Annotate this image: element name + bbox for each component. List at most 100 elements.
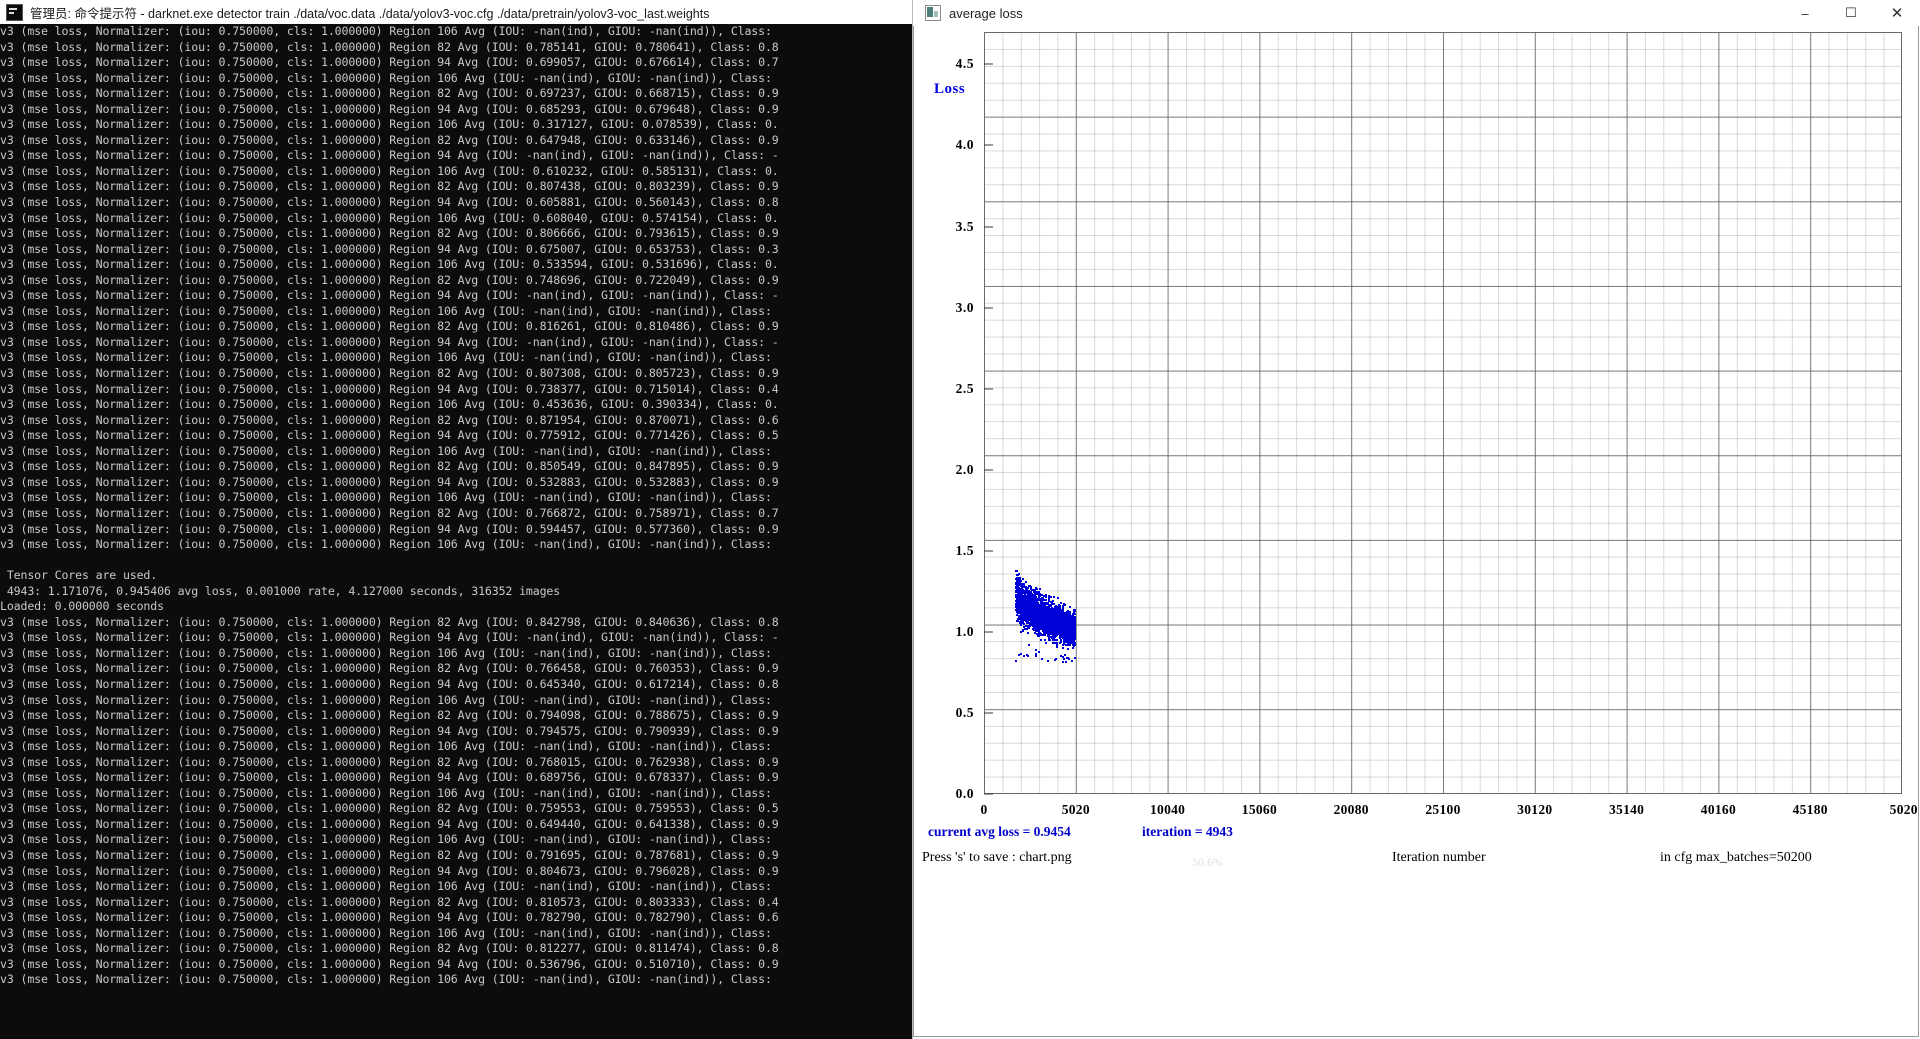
console-line: v3 (mse loss, Normalizer: (iou: 0.750000…: [0, 428, 779, 443]
console-line: v3 (mse loss, Normalizer: (iou: 0.750000…: [0, 630, 779, 645]
console-line: Tensor Cores are used.: [0, 568, 158, 583]
console-line: v3 (mse loss, Normalizer: (iou: 0.750000…: [0, 272, 779, 287]
console-line: v3 (mse loss, Normalizer: (iou: 0.750000…: [0, 754, 779, 769]
maximize-button[interactable]: ☐: [1828, 0, 1874, 26]
console-line: v3 (mse loss, Normalizer: (iou: 0.750000…: [0, 739, 772, 754]
console-line: v3 (mse loss, Normalizer: (iou: 0.750000…: [0, 257, 779, 272]
x-tick-label: 30120: [1517, 802, 1553, 817]
y-tick-mark: [984, 63, 993, 65]
console-line: v3 (mse loss, Normalizer: (iou: 0.750000…: [0, 708, 779, 723]
y-tick-mark: [984, 793, 993, 795]
x-axis-ticks: 0 5020 10040 15060 20080 25100 30120 35140 40160…: [980, 802, 1918, 820]
y-tick-label: 3.0: [955, 299, 974, 315]
y-tick-mark: [984, 712, 993, 714]
terminal-icon: [6, 3, 23, 21]
y-tick-label: 4.0: [955, 137, 974, 153]
console-line: v3 (mse loss, Normalizer: (iou: 0.750000…: [0, 226, 779, 241]
console-line: v3 (mse loss, Normalizer: (iou: 0.750000…: [0, 645, 772, 660]
y-tick-label: 0.5: [955, 704, 974, 720]
console-line: v3 (mse loss, Normalizer: (iou: 0.750000…: [0, 925, 772, 940]
y-tick-label: 1.0: [955, 623, 974, 639]
y-tick-mark: [984, 307, 993, 309]
x-tick-label: 15060: [1241, 802, 1278, 817]
console-line: v3 (mse loss, Normalizer: (iou: 0.750000…: [0, 397, 779, 412]
console-line: 4943: 1.171076, 0.945406 avg loss, 0.001…: [0, 583, 561, 598]
x-tick-label: 0: [980, 802, 988, 817]
console-line: v3 (mse loss, Normalizer: (iou: 0.750000…: [0, 863, 779, 878]
chart-window-icon: [925, 5, 941, 21]
plot-border: [984, 32, 1902, 794]
close-button[interactable]: ✕: [1874, 0, 1920, 26]
console-line: v3 (mse loss, Normalizer: (iou: 0.750000…: [0, 366, 779, 381]
console-line: v3 (mse loss, Normalizer: (iou: 0.750000…: [0, 381, 779, 396]
progress-percent-faded: 50.6%: [1192, 855, 1223, 869]
screen-root: 管理员: 命令提示符 - darknet.exe detector train …: [0, 0, 1920, 1039]
window-controls: – ☐ ✕: [1782, 0, 1920, 26]
console-line: v3 (mse loss, Normalizer: (iou: 0.750000…: [0, 241, 779, 256]
console-line: v3 (mse loss, Normalizer: (iou: 0.750000…: [0, 785, 772, 800]
y-tick-mark: [984, 550, 993, 552]
console-line: v3 (mse loss, Normalizer: (iou: 0.750000…: [0, 832, 772, 847]
console-line: v3 (mse loss, Normalizer: (iou: 0.750000…: [0, 692, 772, 707]
y-tick-label: 0.0: [955, 786, 974, 801]
minimize-button[interactable]: –: [1782, 0, 1828, 26]
chart-titlebar[interactable]: average loss – ☐ ✕: [913, 0, 1920, 27]
x-tick-label: 50200: [1889, 802, 1918, 817]
y-tick-mark: [984, 469, 993, 471]
console-line: v3 (mse loss, Normalizer: (iou: 0.750000…: [0, 879, 772, 894]
y-tick-mark: [984, 144, 993, 146]
console-line: v3 (mse loss, Normalizer: (iou: 0.750000…: [0, 505, 779, 520]
console-line: v3 (mse loss, Normalizer: (iou: 0.750000…: [0, 334, 779, 349]
y-tick-label: 2.0: [955, 461, 974, 477]
console-line: v3 (mse loss, Normalizer: (iou: 0.750000…: [0, 490, 772, 505]
console-line: v3 (mse loss, Normalizer: (iou: 0.750000…: [0, 956, 779, 971]
console-line: v3 (mse loss, Normalizer: (iou: 0.750000…: [0, 661, 779, 676]
x-tick-label: 20080: [1333, 802, 1369, 817]
console-line: v3 (mse loss, Normalizer: (iou: 0.750000…: [0, 117, 779, 132]
console-line: v3 (mse loss, Normalizer: (iou: 0.750000…: [0, 801, 779, 816]
y-tick-label: 3.5: [955, 218, 974, 234]
console-output[interactable]: v3 (mse loss, Normalizer: (iou: 0.750000…: [0, 24, 912, 1039]
x-tick-label: 25100: [1425, 802, 1461, 817]
plot-area: [984, 32, 1902, 795]
console-line: v3 (mse loss, Normalizer: (iou: 0.750000…: [0, 179, 779, 194]
console-line: v3 (mse loss, Normalizer: (iou: 0.750000…: [0, 101, 779, 116]
console-line: v3 (mse loss, Normalizer: (iou: 0.750000…: [0, 770, 779, 785]
current-avg-loss-label: current avg loss = 0.9454: [928, 824, 1071, 839]
max-batches-label: in cfg max_batches=50200: [1660, 850, 1812, 865]
console-line: v3 (mse loss, Normalizer: (iou: 0.750000…: [0, 723, 779, 738]
y-tick-label: 2.5: [955, 380, 974, 396]
console-title-text: 管理员: 命令提示符 - darknet.exe detector train …: [30, 6, 710, 21]
x-tick-label: 45180: [1792, 802, 1828, 817]
console-line: v3 (mse loss, Normalizer: (iou: 0.750000…: [0, 39, 779, 54]
x-axis-title: Iteration number: [1392, 850, 1486, 865]
save-hint-label: Press 's' to save : chart.png: [922, 850, 1072, 865]
console-line: v3 (mse loss, Normalizer: (iou: 0.750000…: [0, 163, 779, 178]
y-tick-label: 4.5: [955, 56, 974, 72]
y-tick-mark: [984, 631, 993, 633]
console-line: v3 (mse loss, Normalizer: (iou: 0.750000…: [0, 148, 779, 163]
console-line: v3 (mse loss, Normalizer: (iou: 0.750000…: [0, 474, 779, 489]
x-tick-label: 40160: [1700, 802, 1737, 817]
chart-canvas: Loss 4.5 4.0 3.5 3.0 2.5 2.0 1.5 1.0 0.5 0.0 0 502…: [913, 26, 1919, 1037]
console-line: v3 (mse loss, Normalizer: (iou: 0.750000…: [0, 521, 779, 536]
console-line: v3 (mse loss, Normalizer: (iou: 0.750000…: [0, 614, 779, 629]
console-line: v3 (mse loss, Normalizer: (iou: 0.750000…: [0, 972, 772, 987]
x-tick-label: 35140: [1608, 802, 1645, 817]
console-line: v3 (mse loss, Normalizer: (iou: 0.750000…: [0, 132, 779, 147]
y-tick-mark: [984, 226, 993, 228]
console-titlebar[interactable]: 管理员: 命令提示符 - darknet.exe detector train …: [0, 0, 912, 24]
iteration-label: iteration = 4943: [1142, 824, 1233, 839]
console-line: v3 (mse loss, Normalizer: (iou: 0.750000…: [0, 537, 772, 552]
console-line: v3 (mse loss, Normalizer: (iou: 0.750000…: [0, 195, 779, 210]
console-line: v3 (mse loss, Normalizer: (iou: 0.750000…: [0, 55, 779, 70]
y-axis-label: Loss: [934, 81, 966, 97]
console-line: Loaded: 0.000000 seconds: [0, 599, 164, 614]
console-line: v3 (mse loss, Normalizer: (iou: 0.750000…: [0, 412, 779, 427]
console-line: v3 (mse loss, Normalizer: (iou: 0.750000…: [0, 210, 779, 225]
chart-window-title: average loss: [949, 5, 1023, 21]
console-line: v3 (mse loss, Normalizer: (iou: 0.750000…: [0, 894, 779, 909]
x-tick-label: 10040: [1149, 802, 1186, 817]
average-loss-window: average loss – ☐ ✕ Loss 4.5 4.0 3.5 3.0 2.5 2…: [912, 0, 1920, 1039]
